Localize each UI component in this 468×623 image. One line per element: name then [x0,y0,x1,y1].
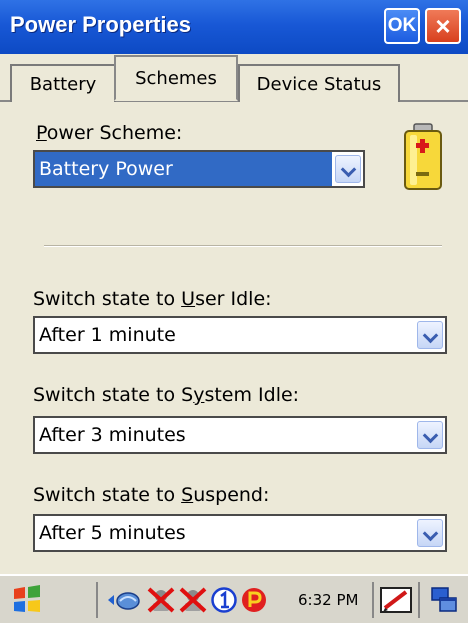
ok-button[interactable]: OK [384,8,420,44]
parking-icon[interactable] [240,586,268,614]
chevron-down-icon[interactable] [335,155,361,183]
power-scheme-label-rest: ower Scheme: [46,122,183,144]
separator [44,245,442,247]
taskbar: 6:32 PM [0,574,468,623]
power-scheme-value: Battery Power [39,158,173,180]
chevron-down-icon[interactable] [417,421,443,449]
taskbar-divider [418,582,420,618]
clock[interactable]: 6:32 PM [298,591,358,609]
tab-battery-label: Battery [29,73,97,95]
system-idle-dropdown[interactable]: After 3 minutes [33,416,447,454]
tab-device-status-label: Device Status [256,73,382,95]
battery-icon [404,123,442,190]
window-title: Power Properties [10,12,191,37]
close-button[interactable]: × [425,8,461,44]
chevron-down-icon[interactable] [417,519,443,547]
title-bar: Power Properties OK × [0,0,468,54]
power-scheme-label: Power Scheme: [36,122,183,144]
input-panel-icon[interactable] [380,586,412,614]
disconnected-icon[interactable] [178,586,208,614]
start-button[interactable] [10,585,44,615]
tab-schemes-label: Schemes [135,67,217,89]
suspend-dropdown[interactable]: After 5 minutes [33,514,447,552]
system-idle-value: After 3 minutes [39,424,186,446]
user-idle-value: After 1 minute [39,324,176,346]
user-idle-label: Switch state to User Idle: [33,288,272,310]
suspend-value: After 5 minutes [39,522,186,544]
tab-device-status[interactable]: Device Status [238,64,400,102]
info-icon[interactable] [210,586,238,614]
network-icon[interactable] [106,587,142,613]
chevron-down-icon[interactable] [417,321,443,349]
desktop-icon[interactable] [430,586,460,614]
taskbar-divider [96,582,98,618]
disconnected-icon[interactable] [146,586,176,614]
taskbar-divider [372,582,374,618]
tab-schemes[interactable]: Schemes [114,55,238,101]
user-idle-dropdown[interactable]: After 1 minute [33,316,447,354]
system-idle-label: Switch state to System Idle: [33,384,300,406]
power-scheme-dropdown[interactable]: Battery Power [33,150,365,188]
tab-battery[interactable]: Battery [10,64,116,102]
suspend-label: Switch state to Suspend: [33,484,270,506]
